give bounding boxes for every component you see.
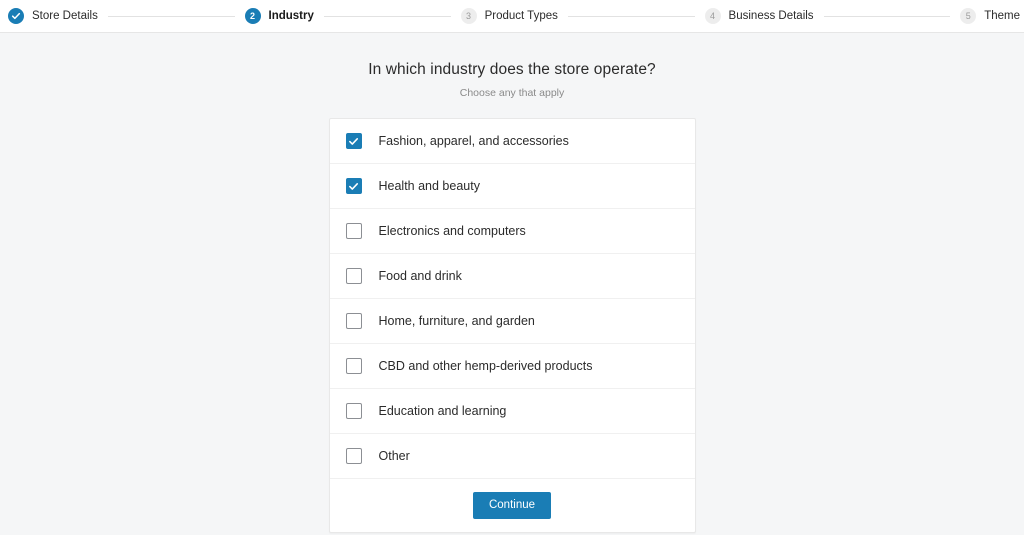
step-connector [567,15,695,17]
industry-options-card: Fashion, apparel, and accessories Health … [328,118,696,533]
industry-option-label: Fashion, apparel, and accessories [378,134,569,148]
step-label: Store Details [32,10,98,22]
stepper-step-product-types[interactable]: 3 Product Types [460,8,558,24]
page-title: In which industry does the store operate… [368,61,656,78]
checkbox-unchecked-icon[interactable] [345,448,362,464]
stepper-step-business-details[interactable]: 4 Business Details [704,8,814,24]
stepper-step-theme[interactable]: 5 Theme [960,8,1020,24]
page-subtitle: Choose any that apply [459,87,565,99]
industry-option-row[interactable]: CBD and other hemp-derived products [329,344,695,389]
checkbox-unchecked-icon[interactable] [345,358,362,374]
industry-option-label: Food and drink [378,269,462,283]
step-connector [823,15,951,17]
stepper-step-store-details[interactable]: Store Details [8,8,98,24]
step-label: Business Details [728,10,814,22]
industry-option-row[interactable]: Education and learning [329,389,695,434]
checkbox-checked-icon[interactable] [345,178,362,194]
checkbox-unchecked-icon[interactable] [345,223,362,239]
step-number: 4 [704,8,721,24]
step-number: 2 [244,8,261,24]
industry-options-list: Fashion, apparel, and accessories Health … [329,119,695,479]
industry-option-row[interactable]: Home, furniture, and garden [329,299,695,344]
checkbox-unchecked-icon[interactable] [345,403,362,419]
onboarding-stepper: Store Details 2 Industry 3 Product Types 4 Bus… [0,0,1024,33]
industry-option-label: Education and learning [378,404,507,418]
industry-option-row[interactable]: Other [329,434,695,479]
stepper-step-industry[interactable]: 2 Industry [244,8,314,24]
industry-option-label: Home, furniture, and garden [378,314,535,328]
step-number: 3 [460,8,477,24]
step-number: 5 [960,8,977,24]
page-body: In which industry does the store operate… [0,33,1024,535]
step-label: Theme [984,10,1021,22]
checkbox-unchecked-icon[interactable] [345,268,362,284]
industry-option-row[interactable]: Health and beauty [329,164,695,209]
step-connector [107,15,235,17]
step-label: Product Types [484,10,558,22]
card-footer: Continue [330,479,695,532]
checkbox-checked-icon[interactable] [345,133,362,149]
industry-option-label: Other [378,449,410,463]
industry-option-row[interactable]: Electronics and computers [329,209,695,254]
industry-option-label: Health and beauty [378,179,480,193]
industry-option-label: CBD and other hemp-derived products [378,359,593,373]
check-icon [8,8,24,24]
step-connector [323,15,451,17]
continue-button[interactable]: Continue [472,491,552,520]
industry-option-row[interactable]: Fashion, apparel, and accessories [329,119,695,164]
checkbox-unchecked-icon[interactable] [345,313,362,329]
step-label: Industry [268,10,314,22]
industry-option-row[interactable]: Food and drink [329,254,695,299]
industry-option-label: Electronics and computers [378,224,526,238]
